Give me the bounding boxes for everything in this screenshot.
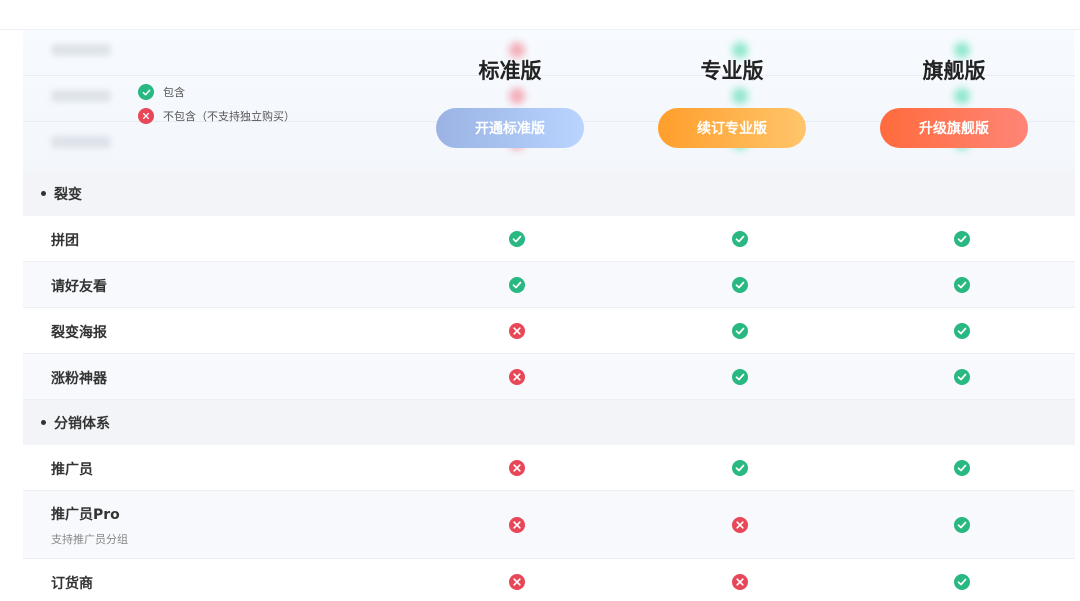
- x-circle-icon: [732, 517, 748, 533]
- plan-professional-name: 专业版: [700, 59, 764, 83]
- check-circle-icon: [954, 517, 970, 533]
- check-circle-icon: [732, 369, 748, 385]
- check-circle-icon: [732, 323, 748, 339]
- check-circle-icon: [732, 231, 748, 247]
- section-title: 分销体系: [54, 415, 110, 432]
- feature-label: 订货商: [51, 576, 93, 592]
- x-circle-icon: [732, 574, 748, 590]
- check-circle-icon: [732, 277, 748, 293]
- feature-label: 推广员: [51, 462, 93, 478]
- legend-included-label: 包含: [163, 86, 185, 99]
- legend-included: 包含: [138, 82, 295, 102]
- check-circle-icon: [954, 323, 970, 339]
- check-circle-icon: [954, 231, 970, 247]
- x-circle-icon: [509, 323, 525, 339]
- check-circle-icon: [954, 277, 970, 293]
- feature-label: 请好友看: [51, 279, 107, 295]
- check-circle-icon: [509, 277, 525, 293]
- table-row: 推广员Pro 支持推广员分组: [23, 491, 1075, 559]
- feature-label: 拼团: [51, 233, 79, 249]
- plan-flagship-name: 旗舰版: [922, 59, 986, 83]
- x-circle-icon: [509, 369, 525, 385]
- feature-rows: 裂变拼团请好友看裂变海报涨粉神器分销体系推广员推广员Pro 支持推广员分组 订货商: [23, 171, 1075, 601]
- section-title: 裂变: [54, 186, 82, 203]
- check-circle-icon: [138, 84, 154, 100]
- feature-label: 裂变海报: [51, 325, 107, 341]
- section-header: 分销体系: [23, 400, 1075, 445]
- table-row: 裂变海报: [23, 308, 1075, 354]
- feature-sublabel: 支持推广员分组: [51, 533, 128, 546]
- comparison-header: 包含 不包含（不支持独立购买） 标准版 开通标准版 专业版 续订专业版 旗舰版 …: [23, 30, 1075, 171]
- legend: 包含 不包含（不支持独立购买）: [138, 82, 295, 130]
- legend-excluded-label: 不包含（不支持独立购买）: [163, 110, 295, 123]
- renew-professional-button[interactable]: 续订专业版: [658, 108, 806, 148]
- x-circle-icon: [509, 574, 525, 590]
- upgrade-flagship-button[interactable]: 升级旗舰版: [880, 108, 1028, 148]
- table-row: 涨粉神器: [23, 354, 1075, 400]
- feature-label: 涨粉神器: [51, 371, 107, 387]
- check-circle-icon: [954, 369, 970, 385]
- check-circle-icon: [954, 460, 970, 476]
- table-row: 请好友看: [23, 262, 1075, 308]
- plan-professional: 专业版 续订专业版: [658, 54, 806, 148]
- plan-comparison-table: 包含 不包含（不支持独立购买） 标准版 开通标准版 专业版 续订专业版 旗舰版 …: [23, 30, 1075, 601]
- check-circle-icon: [732, 460, 748, 476]
- bullet-icon: [41, 420, 46, 425]
- top-bar: [0, 0, 1080, 30]
- feature-label: 推广员Pro: [51, 507, 120, 523]
- x-circle-icon: [138, 108, 154, 124]
- plan-flagship: 旗舰版 升级旗舰版: [880, 54, 1028, 148]
- open-standard-button[interactable]: 开通标准版: [436, 108, 584, 148]
- table-row: 拼团: [23, 216, 1075, 262]
- check-circle-icon: [509, 231, 525, 247]
- plan-standard-name: 标准版: [478, 59, 542, 83]
- legend-excluded: 不包含（不支持独立购买）: [138, 106, 295, 126]
- table-row: 推广员: [23, 445, 1075, 491]
- check-circle-icon: [954, 574, 970, 590]
- x-circle-icon: [509, 460, 525, 476]
- plan-standard: 标准版 开通标准版: [436, 54, 584, 148]
- section-header: 裂变: [23, 171, 1075, 216]
- table-row: 订货商: [23, 559, 1075, 601]
- x-circle-icon: [509, 517, 525, 533]
- bullet-icon: [41, 191, 46, 196]
